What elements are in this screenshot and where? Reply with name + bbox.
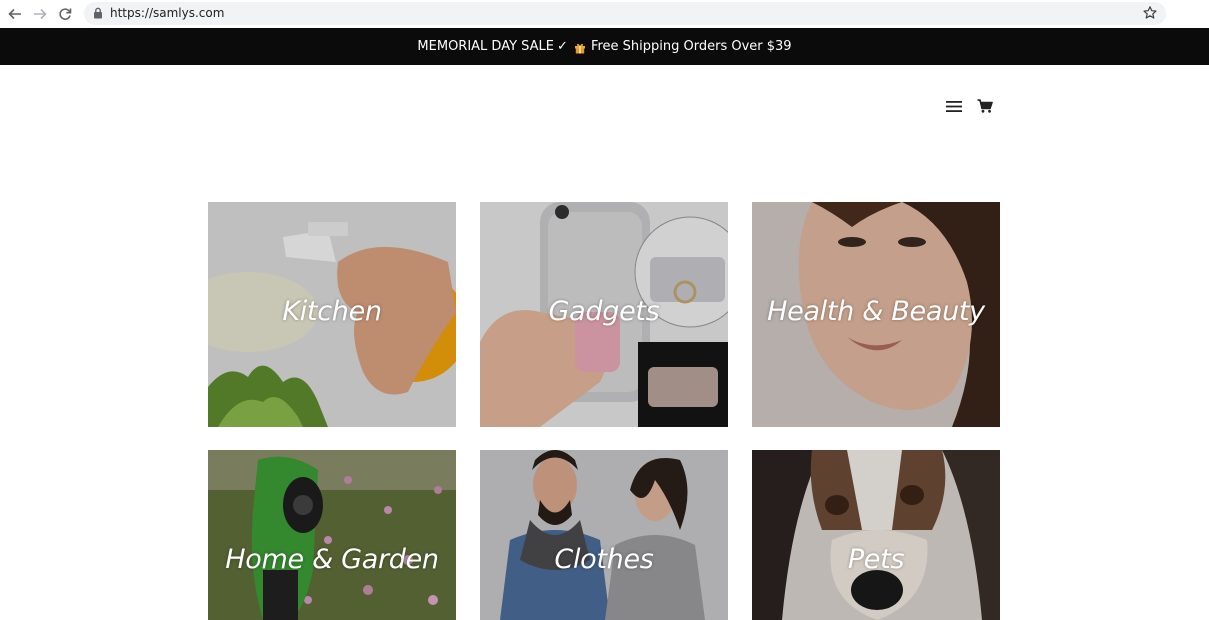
collection-label: Gadgets	[548, 296, 660, 327]
collection-tile-kitchen[interactable]: Kitchen	[208, 202, 456, 427]
collection-tile-home-garden[interactable]: Home & Garden	[208, 450, 456, 620]
gift-icon	[574, 43, 585, 53]
announcement-bar: MEMORIAL DAY SALE ✓ Free Shipping Orders…	[0, 28, 1209, 65]
collection-tile-pets[interactable]: Pets	[752, 450, 1000, 620]
reload-icon	[59, 8, 72, 20]
collection-label: Pets	[847, 544, 905, 575]
collection-tile-clothes[interactable]: Clothes	[480, 450, 728, 620]
arrow-right-icon	[34, 8, 47, 20]
collection-tile-health-beauty[interactable]: Health & Beauty	[752, 202, 1000, 427]
tile-overlay	[752, 450, 1000, 620]
collection-label: Clothes	[554, 544, 654, 575]
url-text: https://samlys.com	[110, 6, 225, 20]
collection-label: Kitchen	[282, 296, 382, 327]
browser-toolbar: https://samlys.com	[0, 0, 1209, 28]
tile-overlay	[480, 450, 728, 620]
announcement-shipping-text: Free Shipping Orders Over $39	[590, 39, 792, 54]
cart-icon[interactable]	[977, 98, 993, 114]
reload-button[interactable]	[52, 1, 78, 27]
back-button[interactable]	[2, 1, 28, 27]
forward-button[interactable]	[27, 1, 53, 27]
check-mark: ✓	[557, 39, 568, 54]
tile-overlay	[208, 450, 456, 620]
collection-tile-gadgets[interactable]: Gadgets	[480, 202, 728, 427]
arrow-left-icon	[8, 8, 21, 20]
menu-icon[interactable]	[946, 100, 962, 113]
address-bar[interactable]: https://samlys.com	[84, 2, 1166, 25]
bookmark-star-icon[interactable]	[1142, 5, 1158, 21]
collection-label: Home & Garden	[225, 544, 439, 575]
lock-icon	[94, 7, 102, 19]
announcement-sale-text: MEMORIAL DAY SALE	[417, 39, 555, 54]
collection-label: Health & Beauty	[767, 296, 985, 327]
